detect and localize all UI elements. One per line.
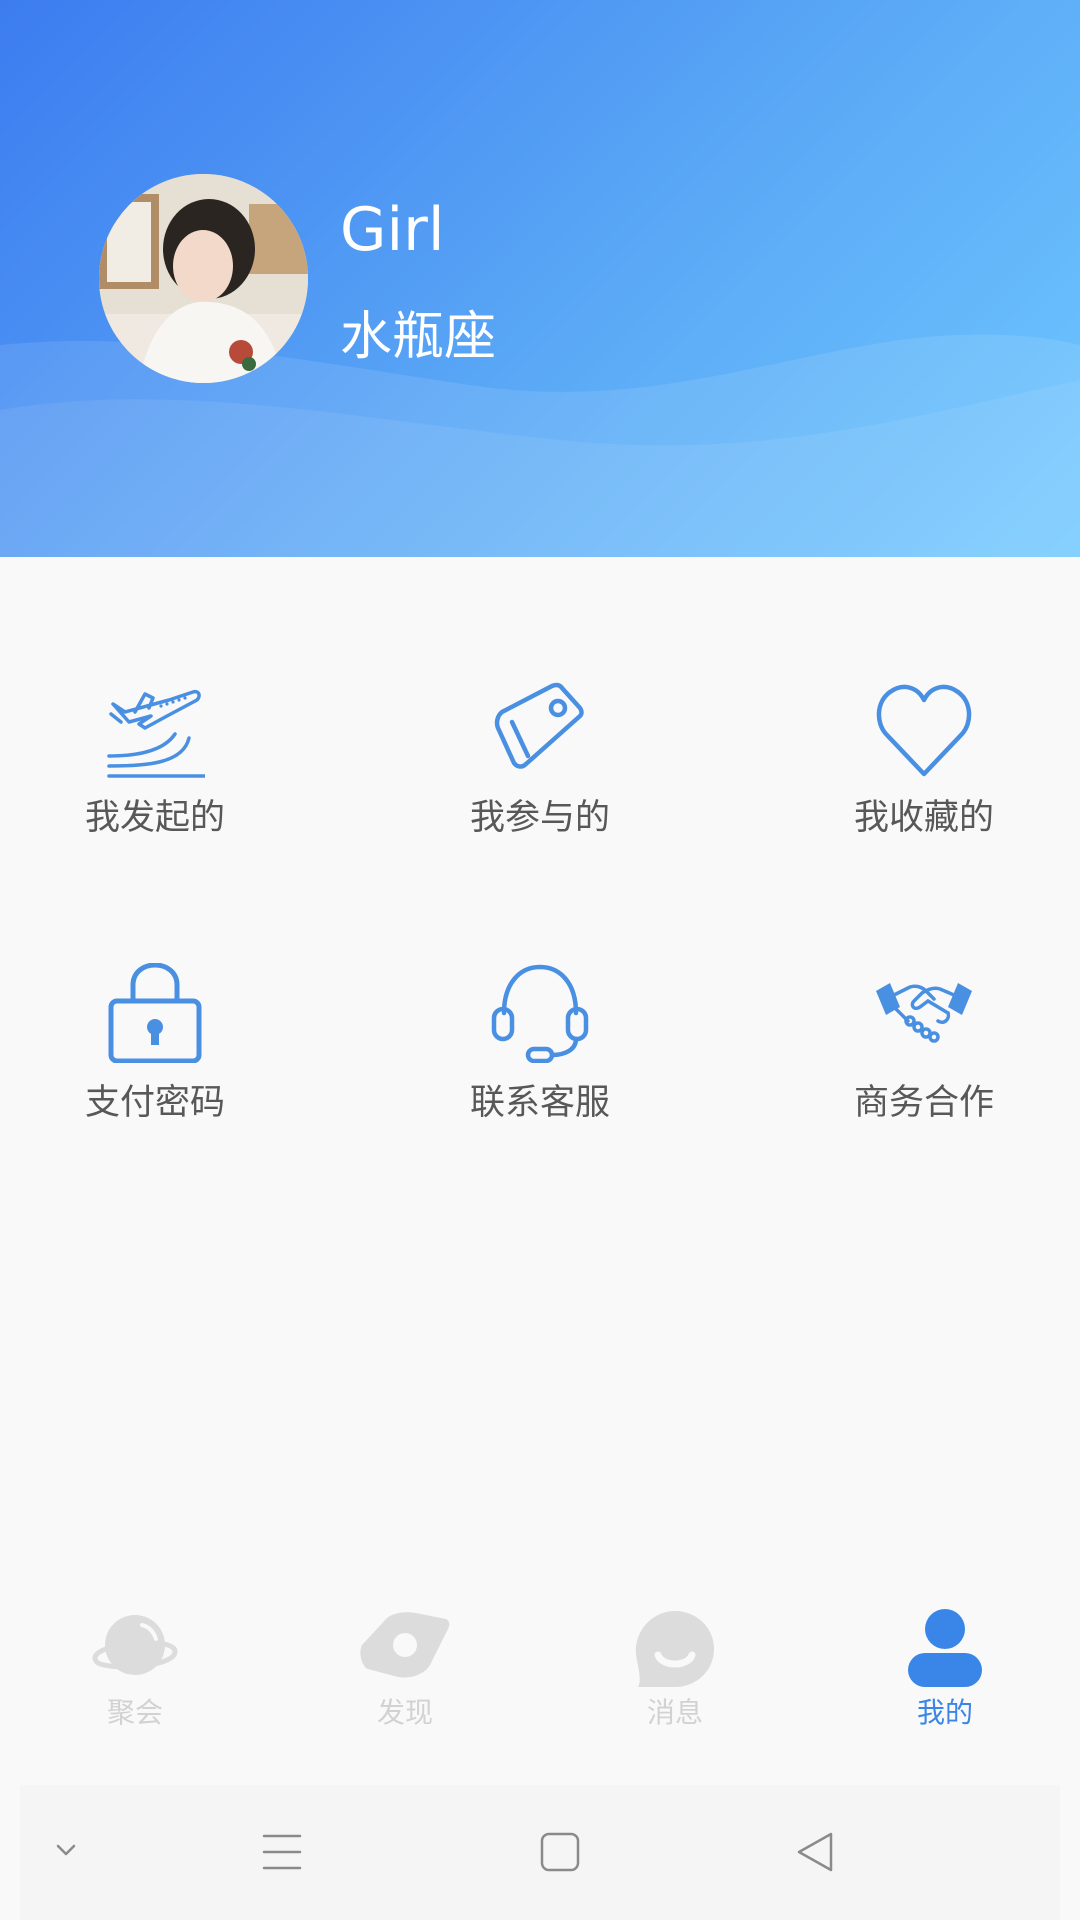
bottom-tab-bar: 聚会 发现 消息 我的	[0, 1595, 1080, 1745]
menu-label: 我收藏的	[853, 798, 994, 838]
eye-icon	[360, 1612, 450, 1678]
person-icon	[908, 1609, 982, 1687]
menu-icon	[262, 1834, 302, 1870]
avatar-photo	[99, 174, 308, 383]
tab-messages[interactable]: 消息	[575, 1595, 775, 1745]
menu-item-joined[interactable]: 我参与的	[390, 678, 690, 878]
home-square-icon	[540, 1832, 580, 1872]
tab-mine[interactable]: 我的	[845, 1595, 1045, 1745]
menu-label: 联系客服	[469, 1083, 610, 1123]
avatar[interactable]	[99, 174, 308, 383]
tab-label: 聚会	[106, 1696, 163, 1729]
lock-icon	[108, 963, 202, 1063]
menu-item-initiated[interactable]: 我发起的	[5, 678, 305, 878]
headset-icon	[491, 964, 589, 1063]
tag-icon	[494, 682, 584, 769]
menu-item-payment-password[interactable]: 支付密码	[5, 963, 305, 1163]
airplane-takeoff-icon	[107, 689, 205, 778]
handshake-icon	[876, 983, 972, 1043]
nav-home-button[interactable]	[520, 1785, 600, 1920]
tab-label: 消息	[646, 1696, 703, 1729]
profile-header: Girl 水瓶座	[0, 0, 1080, 557]
back-triangle-icon	[797, 1832, 833, 1872]
tab-label: 我的	[916, 1696, 973, 1729]
profile-zodiac: 水瓶座	[340, 307, 497, 367]
nav-menu-button[interactable]	[242, 1785, 322, 1920]
menu-item-customer-service[interactable]: 联系客服	[390, 963, 690, 1163]
menu-item-business-cooperation[interactable]: 商务合作	[774, 963, 1074, 1163]
menu-label: 我发起的	[84, 798, 225, 838]
system-nav-bar	[20, 1785, 1060, 1920]
tab-gathering[interactable]: 聚会	[35, 1595, 235, 1745]
planet-icon	[92, 1615, 178, 1675]
chevron-down-icon	[56, 1844, 76, 1856]
menu-label: 我参与的	[469, 798, 610, 838]
heart-icon	[876, 684, 972, 777]
menu-label: 商务合作	[853, 1083, 994, 1123]
smile-bubble-icon	[635, 1611, 714, 1687]
menu-item-favorites[interactable]: 我收藏的	[774, 678, 1074, 878]
nav-collapse-button[interactable]	[30, 1785, 110, 1920]
tab-discover[interactable]: 发现	[305, 1595, 505, 1745]
nav-back-button[interactable]	[775, 1785, 855, 1920]
profile-name: Girl	[340, 195, 445, 265]
menu-label: 支付密码	[84, 1083, 225, 1123]
tab-label: 发现	[376, 1696, 433, 1729]
